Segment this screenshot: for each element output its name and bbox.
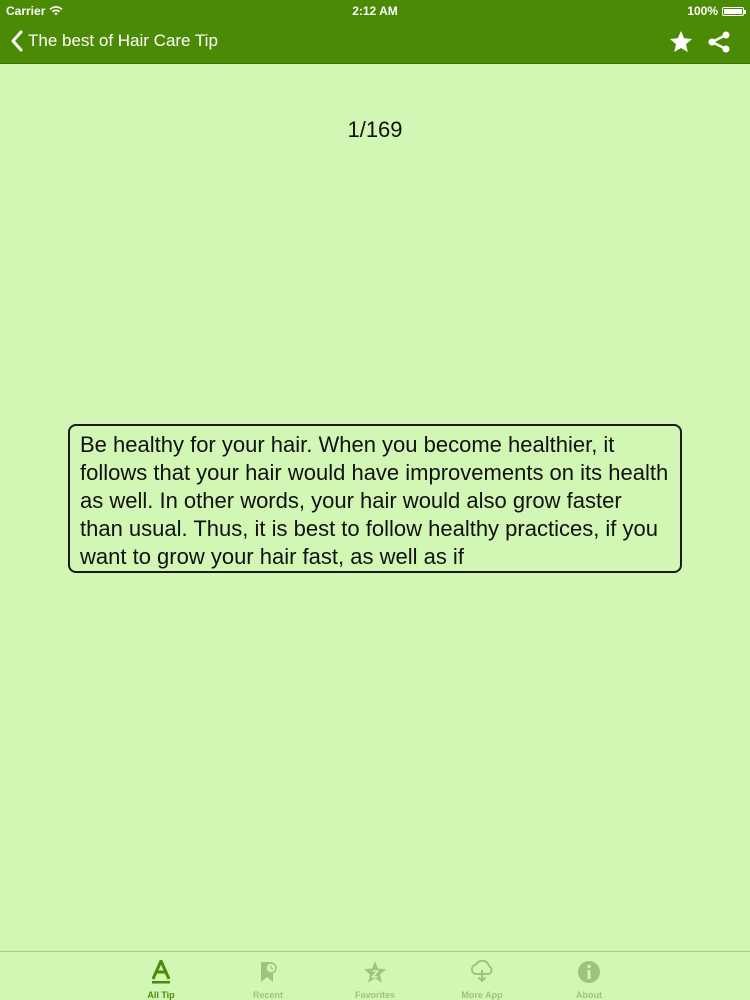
share-button[interactable] — [706, 28, 732, 56]
nav-actions — [668, 28, 732, 56]
favorite-button[interactable] — [668, 28, 694, 56]
battery-indicator: 100% — [687, 4, 746, 18]
navigation-bar: The best of Hair Care Tip — [0, 22, 750, 64]
tab-favorites[interactable]: Favorites — [322, 952, 429, 1000]
back-button[interactable]: The best of Hair Care Tip — [10, 30, 218, 52]
tab-all-tip[interactable]: All Tip — [108, 952, 215, 1000]
tab-favorites-label: Favorites — [354, 990, 396, 1000]
tab-more-app-label: More App — [461, 990, 503, 1000]
tip-text-box[interactable]: Be healthy for your hair. When you becom… — [68, 424, 682, 573]
tab-about-label: About — [576, 990, 602, 1000]
tip-counter: 1/169 — [347, 117, 403, 142]
tab-about[interactable]: About — [536, 952, 643, 1000]
tab-all-tip-label: All Tip — [147, 990, 175, 1000]
favorites-star-icon — [361, 960, 389, 984]
battery-percent: 100% — [687, 4, 718, 18]
cloud-download-icon — [468, 960, 496, 984]
star-icon — [670, 31, 692, 52]
back-button-label: The best of Hair Care Tip — [28, 31, 218, 50]
letter-a-icon — [147, 960, 175, 984]
battery-fill — [724, 8, 742, 14]
share-icon — [708, 31, 730, 53]
clock: 2:12 AM — [352, 4, 398, 18]
tab-recent-label: Recent — [252, 990, 283, 1000]
recent-icon — [254, 960, 282, 984]
battery-icon — [722, 6, 746, 16]
status-bar: Carrier 2:12 AM 100% — [0, 0, 750, 22]
chevron-left-icon — [11, 30, 23, 52]
tab-bar: All Tip Recent Favorites More App About — [0, 951, 750, 1000]
info-icon — [575, 960, 603, 984]
tab-more-app[interactable]: More App — [429, 952, 536, 1000]
tab-recent[interactable]: Recent — [215, 952, 322, 1000]
